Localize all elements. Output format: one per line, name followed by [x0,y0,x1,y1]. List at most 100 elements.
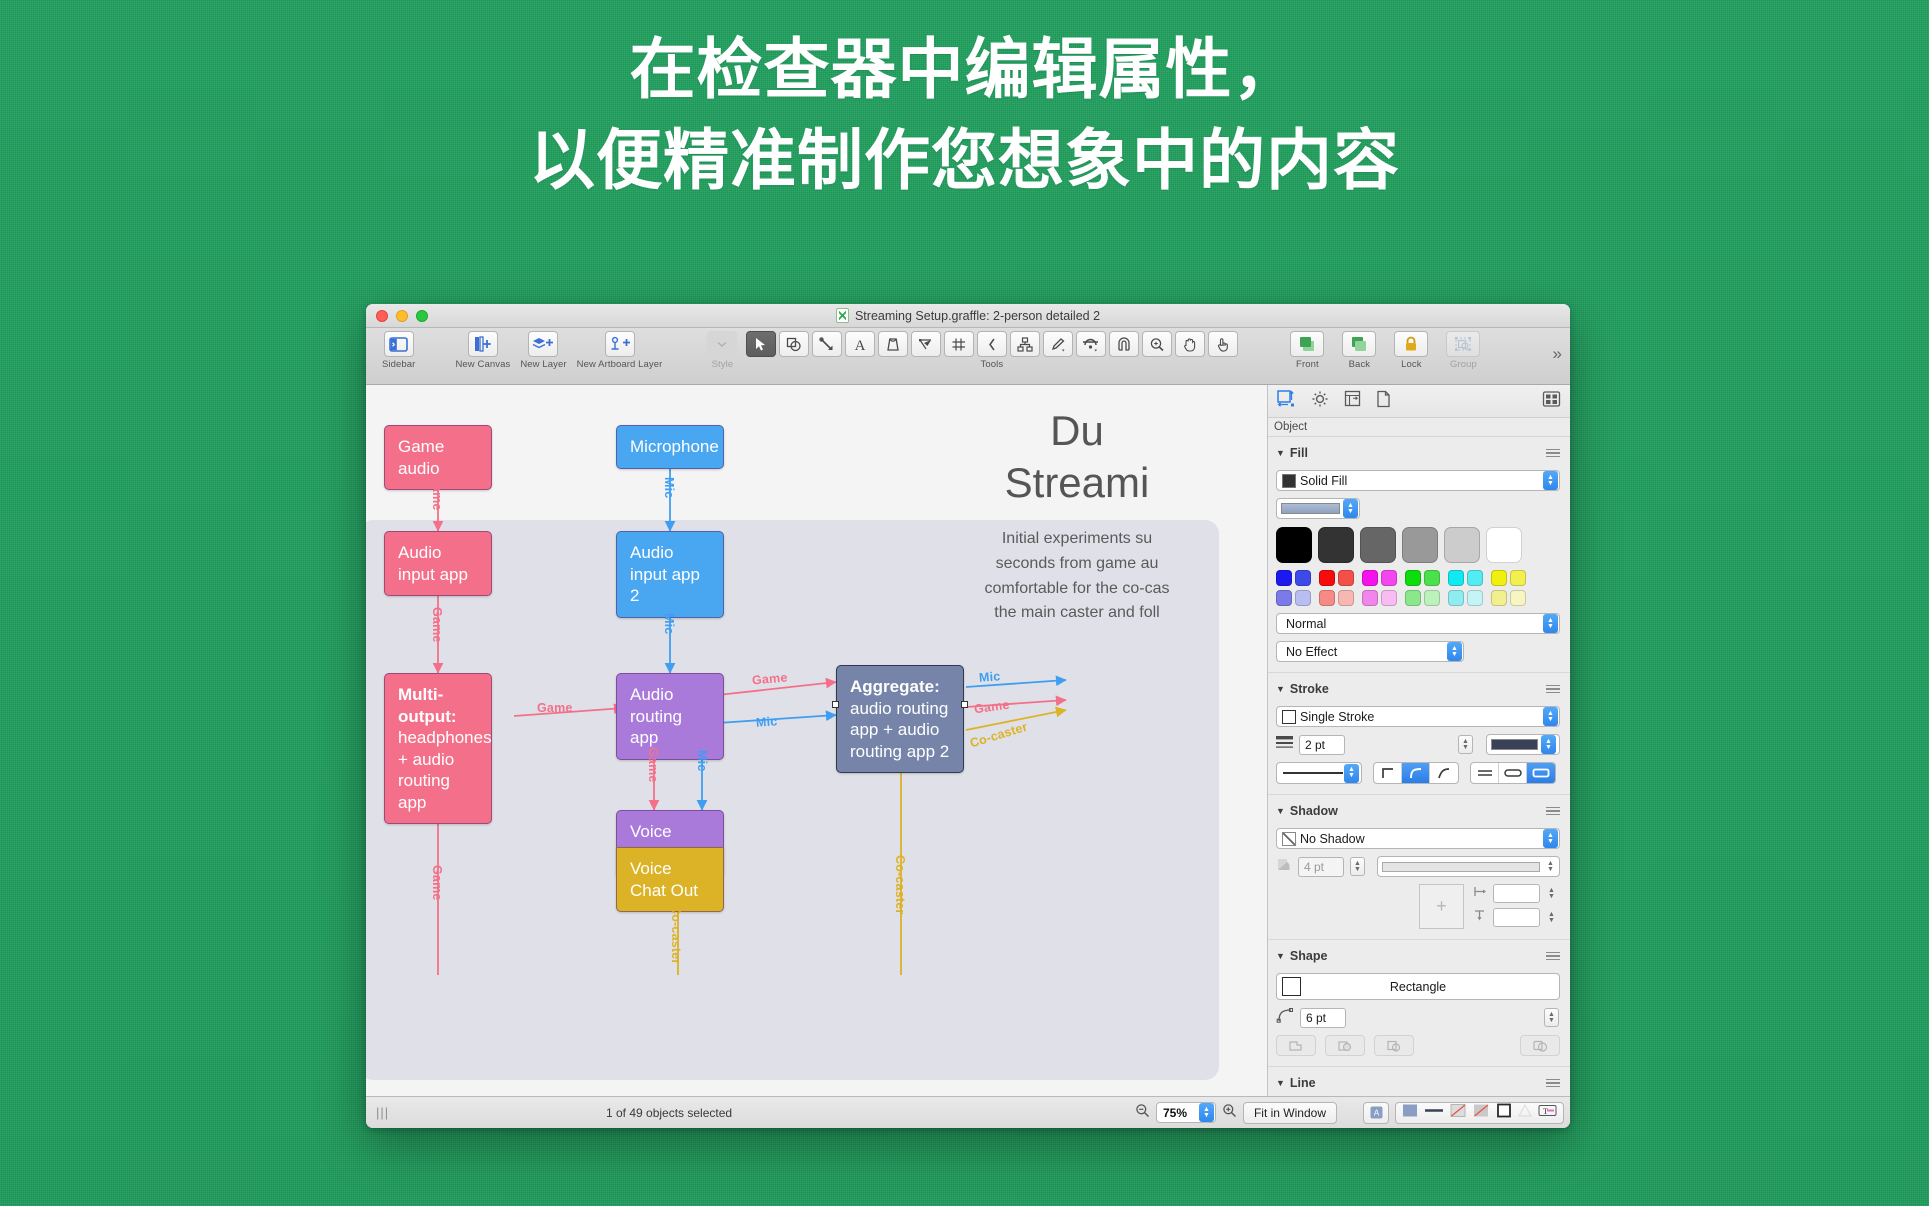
zoom-tool[interactable] [1141,331,1172,357]
stroke-color-select[interactable]: ▲ ▼ [1486,734,1560,755]
corner-radius-stepper[interactable]: ▲ ▼ [1544,1008,1559,1027]
palette-swatch[interactable] [1510,590,1526,606]
inspector-grid-icon[interactable] [1542,390,1561,413]
shadow-offset-y-field[interactable] [1493,908,1540,927]
section-menu-icon[interactable] [1546,1078,1560,1088]
palette-swatch[interactable] [1448,570,1464,586]
brush-tool[interactable] [1042,331,1073,357]
pen-tool[interactable] [877,331,908,357]
node-aggregate[interactable]: Aggregate: audio routing app + audio rou… [836,665,964,774]
fill-blend-stepper[interactable]: ▲ ▼ [1543,614,1558,633]
palette-swatch[interactable] [1276,570,1292,586]
magnet-tool[interactable] [1075,331,1106,357]
toolbar-new-artboard-layer[interactable]: New Artboard Layer [577,331,663,370]
palette-swatch[interactable] [1444,527,1480,563]
sidebar-icon[interactable] [383,331,414,357]
node-audio-input-app[interactable]: Audio input app [384,531,492,597]
text-tool[interactable]: A [844,331,875,357]
shape-picker[interactable]: Rectangle [1276,973,1560,1000]
text-style-icon[interactable]: T [1538,1103,1557,1123]
outline-square[interactable] [1496,1103,1512,1123]
document-inspector-icon[interactable] [1376,390,1391,413]
toolbar-style[interactable]: Style [706,331,738,370]
toolbar-lock[interactable]: Lock [1393,331,1429,370]
palette-swatch[interactable] [1467,570,1483,586]
stroke-line[interactable] [1424,1103,1444,1123]
palette-swatch[interactable] [1405,570,1421,586]
lock-icon[interactable] [1394,331,1429,357]
palette-swatch[interactable] [1467,590,1483,606]
shadow-offset-x-field[interactable] [1493,884,1540,903]
snap-icon[interactable] [1108,331,1139,357]
stroke-color-swatch[interactable] [1282,709,1296,724]
stroke-dash-stepper[interactable]: ▲ ▼ [1344,763,1359,783]
bring-front-icon[interactable] [1290,331,1325,357]
palette-swatch[interactable] [1448,590,1464,606]
section-menu-icon[interactable] [1546,806,1560,816]
palette-swatch[interactable] [1381,590,1397,606]
fill-type-stepper[interactable]: ▲ ▼ [1543,471,1558,490]
chevron-down-icon[interactable]: ▼ [1276,951,1285,961]
hand-tool[interactable] [1174,331,1205,357]
palette-swatch[interactable] [1295,570,1311,586]
toolbar-front[interactable]: Front [1289,331,1325,370]
corner-radius-field[interactable]: 6 pt [1300,1007,1346,1028]
section-stroke-header[interactable]: ▼ Stroke [1276,679,1560,699]
stroke-width-stepper[interactable]: ▲ ▼ [1458,735,1473,754]
fill-type-select[interactable]: Solid Fill ▲ ▼ [1276,470,1560,491]
stroke-color-stepper[interactable]: ▲ ▼ [1541,735,1556,754]
palette-swatch[interactable] [1360,527,1396,563]
chevron-down-icon[interactable]: ▼ [1276,1078,1285,1088]
shadow-offset-x-stepper[interactable]: ▲ ▼ [1544,884,1559,903]
chevron-down-icon[interactable]: ▼ [1276,448,1285,458]
rect-cap-icon[interactable] [1527,763,1555,783]
shadow-color-preview[interactable] [1382,861,1540,872]
round-cap-icon[interactable] [1499,763,1527,783]
shadow-type-select[interactable]: No Shadow ▲ ▼ [1276,828,1560,849]
zoom-out-icon[interactable] [1135,1103,1150,1123]
grid-tool[interactable] [943,331,974,357]
toolbar-new-layer[interactable]: New Layer [520,331,567,370]
palette-swatch[interactable] [1424,590,1440,606]
shadow-blur-field[interactable]: 4 pt [1298,856,1344,877]
section-menu-icon[interactable] [1546,684,1560,694]
canvas-inspector-icon[interactable] [1344,390,1361,413]
text-style-button[interactable]: A [1363,1101,1389,1124]
toolbar-back[interactable]: Back [1341,331,1377,370]
section-menu-icon[interactable] [1546,448,1560,458]
zoom-in-icon[interactable] [1222,1103,1237,1123]
angle-tool[interactable] [976,331,1007,357]
send-back-icon[interactable] [1342,331,1377,357]
palette-swatch[interactable] [1338,570,1354,586]
gradient-preview[interactable] [1281,503,1340,514]
zoom-level-stepper[interactable]: ▲ ▼ [1198,1103,1214,1122]
fit-in-window-button[interactable]: Fit in Window [1242,1101,1337,1124]
properties-gear-icon[interactable] [1311,390,1329,413]
selection-tool[interactable] [745,331,776,357]
bezier-tool[interactable] [910,331,941,357]
section-shape-header[interactable]: ▼ Shape [1276,946,1560,966]
shape-tool[interactable] [778,331,809,357]
new-artboard-layer-icon[interactable] [604,331,635,357]
style-icon[interactable] [707,331,738,357]
shadow-blur-stepper[interactable]: ▲ ▼ [1350,857,1365,876]
object-inspector-icon[interactable] [1277,389,1296,413]
stroke-width-field[interactable]: 2 pt [1299,734,1345,755]
stroke-type-stepper[interactable]: ▲ ▼ [1543,707,1558,726]
zoom-level-select[interactable]: 75% ▲ ▼ [1155,1102,1216,1123]
chevron-down-icon[interactable]: ▼ [1276,806,1285,816]
shadow-offset-y-stepper[interactable]: ▲ ▼ [1544,908,1559,927]
diagram-canvas[interactable]: Du Streami Initial experiments su second… [366,385,1267,1096]
palette-swatch[interactable] [1491,570,1507,586]
palette-swatch[interactable] [1510,570,1526,586]
new-canvas-icon[interactable] [467,331,498,357]
stroke-dash-select[interactable]: ▲ ▼ [1276,762,1362,784]
palette-swatch[interactable] [1486,527,1522,563]
shadow-offset-pad[interactable]: + [1419,884,1464,929]
palette-swatch[interactable] [1491,590,1507,606]
selection-handle-right[interactable] [961,701,968,708]
section-fill-header[interactable]: ▼ Fill [1276,443,1560,463]
fill-effect-select[interactable]: No Effect ▲ ▼ [1276,641,1464,662]
palette-swatch[interactable] [1338,590,1354,606]
blur-none[interactable] [1473,1103,1490,1123]
